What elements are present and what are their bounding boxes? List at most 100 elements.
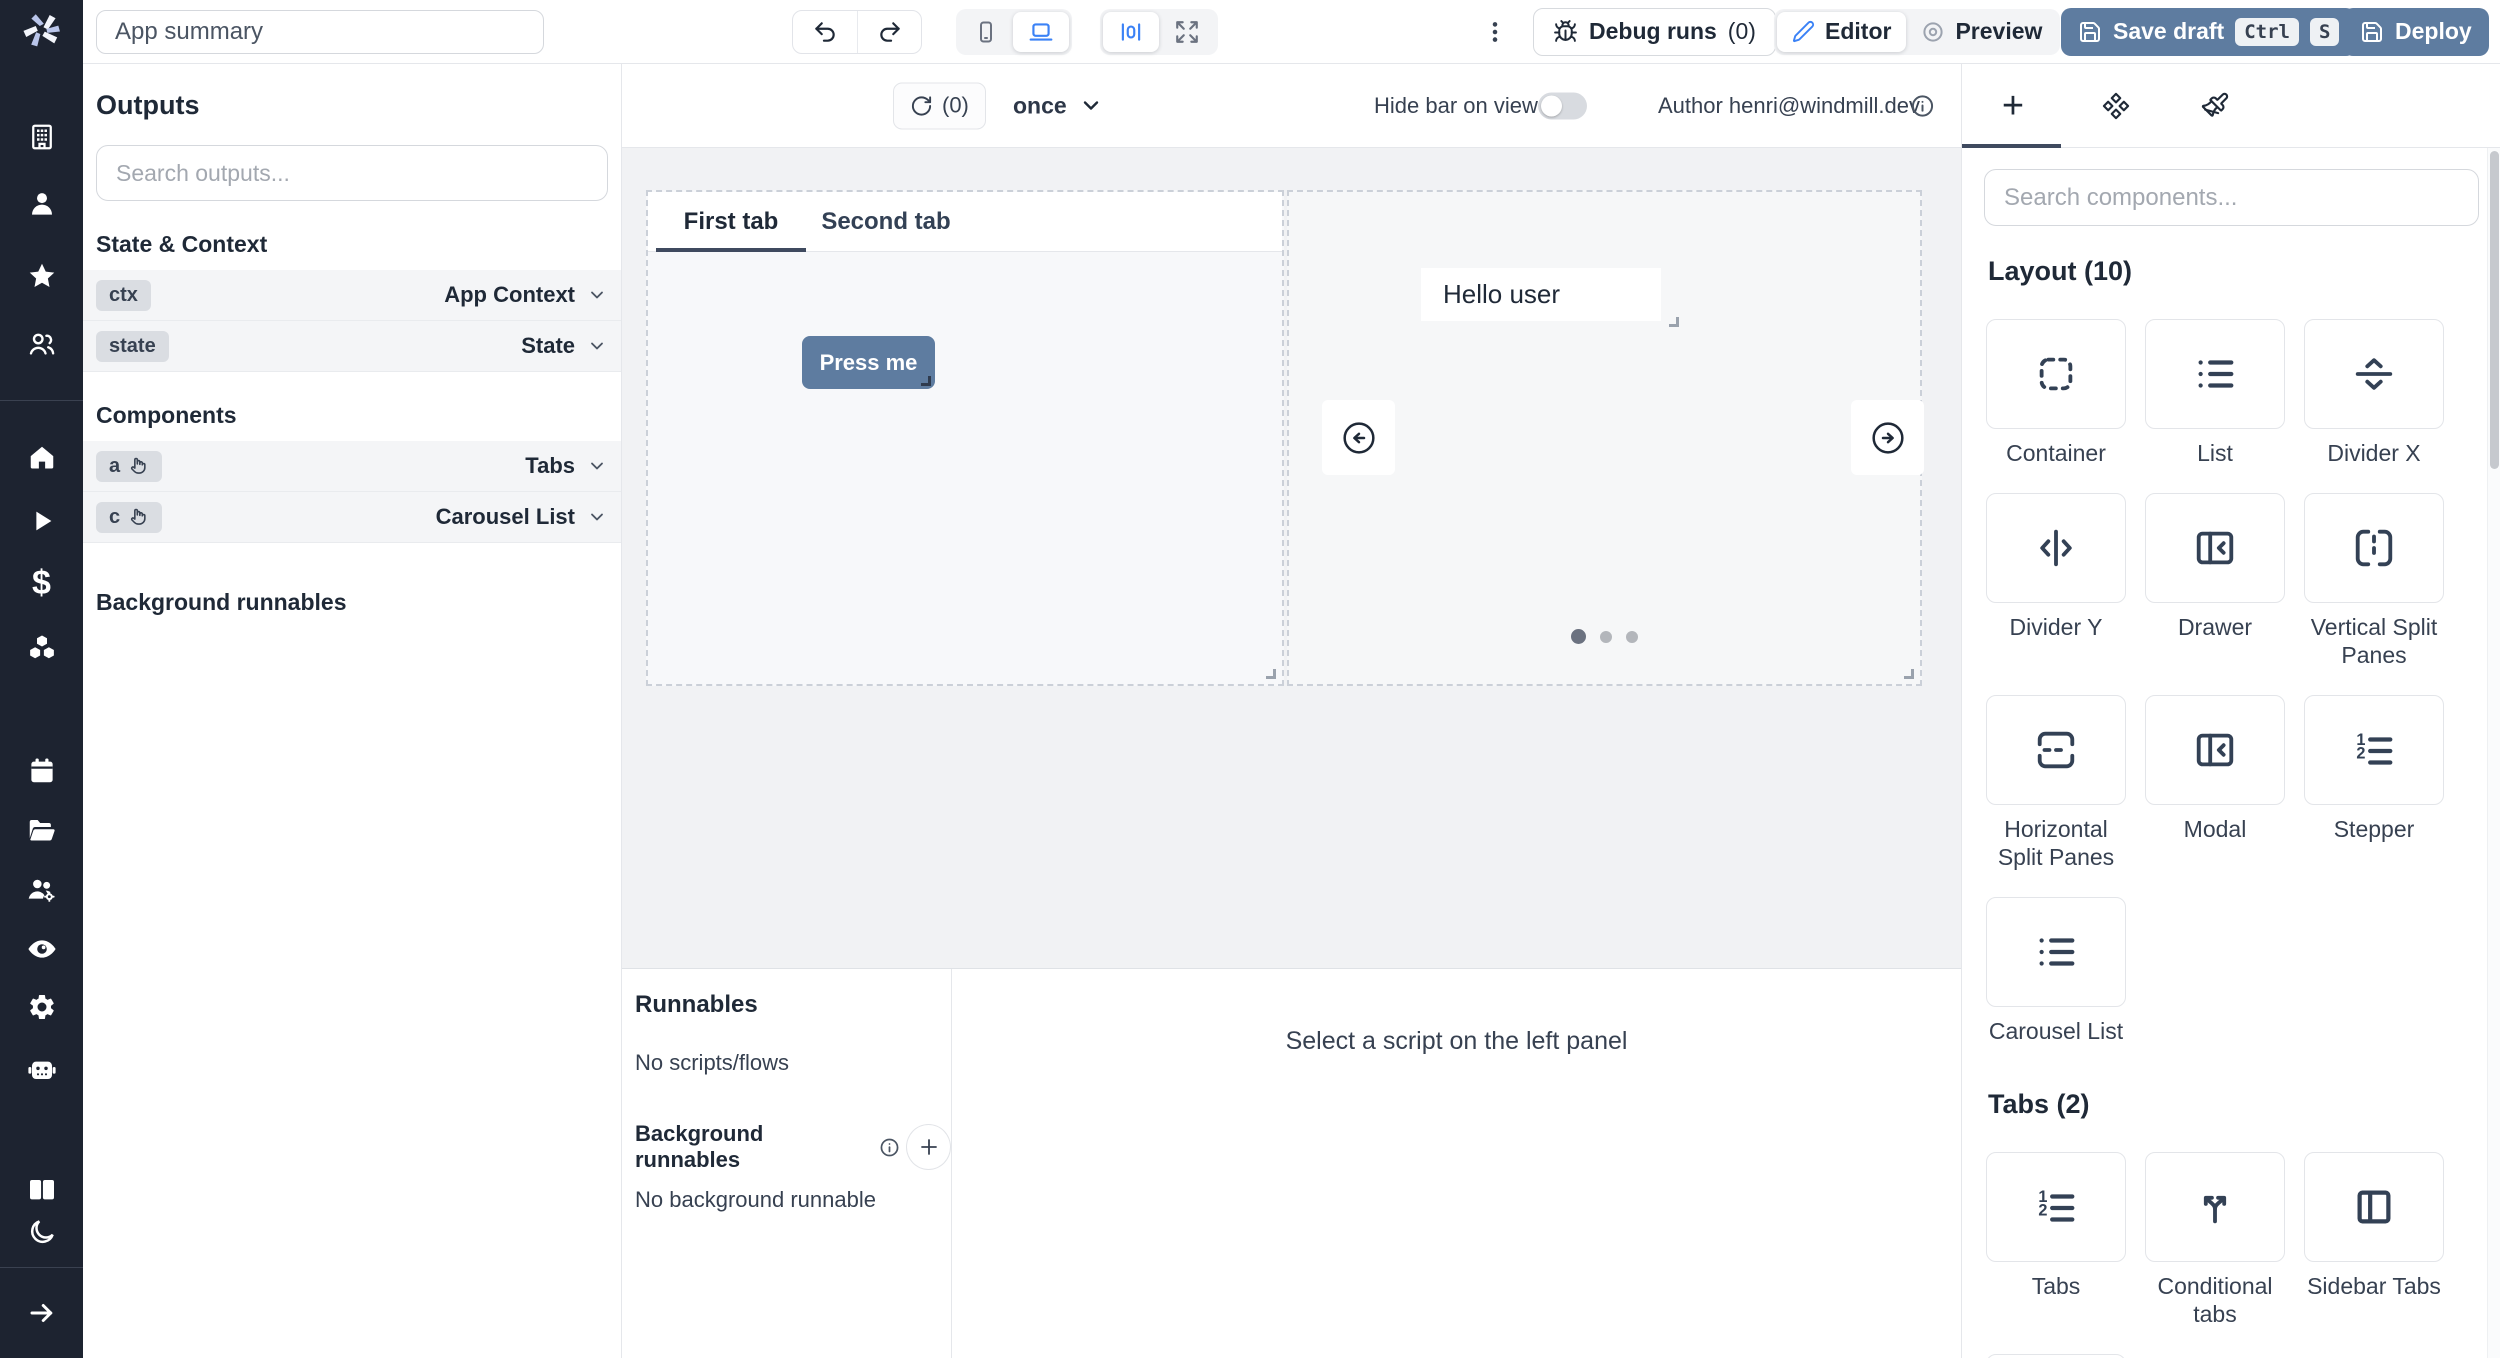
gear-icon[interactable] <box>0 992 83 1022</box>
dollar-icon[interactable]: $ <box>0 566 83 600</box>
hide-bar-toggle[interactable] <box>1538 92 1587 119</box>
component-card-list[interactable]: List <box>2145 319 2285 467</box>
fullscreen-button[interactable] <box>1159 12 1215 52</box>
preview-tab[interactable]: Preview <box>1906 12 2057 52</box>
resize-handle[interactable] <box>1904 669 1914 679</box>
moon-icon[interactable] <box>0 1217 83 1247</box>
run-mode-dropdown[interactable]: once <box>1013 92 1103 119</box>
carousel-prev-button[interactable] <box>1322 400 1395 475</box>
component-card-container[interactable]: Container <box>1986 319 2126 467</box>
add-background-runnable-button[interactable] <box>906 1124 951 1170</box>
component-card-vertical-split[interactable]: Vertical Split Panes <box>2304 493 2444 669</box>
resize-handle[interactable] <box>921 376 931 386</box>
chevron-down-icon[interactable] <box>587 507 607 527</box>
star-icon[interactable] <box>0 261 83 291</box>
output-id-badge: a <box>96 451 162 482</box>
undo-button[interactable] <box>793 11 857 53</box>
users-gear-icon[interactable] <box>0 874 83 906</box>
press-me-label: Press me <box>820 350 918 375</box>
tab-second[interactable]: Second tab <box>806 192 966 251</box>
component-card-modal[interactable]: Modal <box>2145 695 2285 843</box>
book-open-icon[interactable] <box>0 1174 83 1206</box>
carousel-dot[interactable] <box>1626 631 1638 643</box>
chevron-down-icon[interactable] <box>587 336 607 356</box>
windmill-logo-icon[interactable] <box>0 8 83 52</box>
robot-icon[interactable] <box>0 1053 83 1085</box>
refresh-icon <box>910 94 933 117</box>
boxes-icon[interactable] <box>0 632 83 662</box>
component-card-tabs[interactable]: 1 2 Tabs <box>1986 1152 2126 1300</box>
modal-icon <box>2192 727 2238 773</box>
carousel-dot-active[interactable] <box>1571 629 1586 644</box>
app-summary-input[interactable] <box>96 10 544 54</box>
drawer-icon <box>2192 525 2238 571</box>
scrollbar-thumb[interactable] <box>2490 151 2499 469</box>
redo-button[interactable] <box>857 11 921 53</box>
refresh-count: (0) <box>942 93 969 119</box>
play-icon[interactable] <box>0 506 83 536</box>
component-card-divider-x[interactable]: Divider X <box>2304 319 2444 467</box>
layout-section-title: Layout (10) <box>1988 256 2500 287</box>
sidebar-tabs-icon <box>2351 1184 2397 1230</box>
center-layout-button[interactable] <box>1103 12 1159 52</box>
desktop-view-button[interactable] <box>1013 12 1069 52</box>
component-list: Layout (10) Container Lis <box>1962 256 2500 1358</box>
output-row-state[interactable]: state State <box>83 321 621 372</box>
save-draft-button[interactable]: Save draft Ctrl S <box>2061 8 2356 56</box>
info-icon[interactable] <box>1910 93 1935 118</box>
chevron-down-icon[interactable] <box>587 456 607 476</box>
output-row-tabs[interactable]: a Tabs <box>83 441 621 492</box>
component-card-stepper[interactable]: 1 2 Stepper <box>2304 695 2444 843</box>
editor-label: Editor <box>1825 18 1891 45</box>
panel-scrollbar[interactable] <box>2487 148 2500 1358</box>
text-component[interactable]: Hello user <box>1421 268 1661 321</box>
debug-runs-button[interactable]: Debug runs (0) <box>1533 8 1776 56</box>
arrow-right-icon[interactable] <box>0 1298 83 1328</box>
component-card-drawer[interactable]: Drawer <box>2145 493 2285 641</box>
component-settings-tab[interactable] <box>2102 91 2131 120</box>
folder-open-icon[interactable] <box>0 815 83 845</box>
component-card-sidebar-tabs[interactable]: Sidebar Tabs <box>2304 1152 2444 1300</box>
insert-component-tab[interactable]: + <box>2002 87 2024 125</box>
active-tab-underline <box>1962 144 2061 148</box>
carousel-list-icon <box>2033 929 2079 975</box>
resize-handle[interactable] <box>1669 317 1679 327</box>
press-me-button[interactable]: Press me <box>802 336 935 389</box>
outputs-panel: Outputs State & Context ctx App Context … <box>83 64 622 1358</box>
tabs-component[interactable]: First tab Second tab Press me <box>646 190 1284 686</box>
deploy-button[interactable]: Deploy <box>2343 8 2489 56</box>
mobile-view-button[interactable] <box>959 12 1013 52</box>
info-icon[interactable] <box>879 1137 900 1158</box>
carousel-dot[interactable] <box>1600 631 1612 643</box>
component-card-invisible-tabs[interactable] <box>1986 1354 2126 1358</box>
chevron-down-icon[interactable] <box>587 285 607 305</box>
carousel-component[interactable]: Hello user <box>1287 190 1922 686</box>
component-card-carousel-list[interactable]: Carousel List <box>1986 897 2126 1045</box>
styling-tab[interactable] <box>2201 91 2230 120</box>
editor-tab[interactable]: Editor <box>1777 12 1906 52</box>
user-icon[interactable] <box>0 189 83 219</box>
more-menu-button[interactable] <box>1482 19 1508 45</box>
preview-label: Preview <box>1955 18 2042 45</box>
debug-runs-count: (0) <box>1728 18 1756 45</box>
refresh-button[interactable]: (0) <box>893 82 986 129</box>
divider-x-icon <box>2351 351 2397 397</box>
component-card-conditional-tabs[interactable]: Conditional tabs <box>2145 1152 2285 1328</box>
home-icon[interactable] <box>0 442 83 472</box>
resize-handle[interactable] <box>1266 669 1276 679</box>
pointer-hand-icon <box>129 456 149 476</box>
eye-icon[interactable] <box>0 933 83 965</box>
search-outputs-input[interactable] <box>96 145 608 201</box>
device-toggle-group <box>956 9 1072 55</box>
calendar-icon[interactable] <box>0 756 83 786</box>
component-card-horizontal-split[interactable]: Horizontal Split Panes <box>1986 695 2126 871</box>
output-row-carousel[interactable]: c Carousel List <box>83 492 621 543</box>
search-components-input[interactable] <box>1984 169 2479 226</box>
carousel-next-button[interactable] <box>1851 400 1924 475</box>
horizontal-split-icon <box>2033 727 2079 773</box>
users-icon[interactable] <box>0 329 83 359</box>
component-card-divider-y[interactable]: Divider Y <box>1986 493 2126 641</box>
tab-first[interactable]: First tab <box>656 192 806 251</box>
building-icon[interactable] <box>0 122 83 152</box>
output-row-ctx[interactable]: ctx App Context <box>83 270 621 321</box>
